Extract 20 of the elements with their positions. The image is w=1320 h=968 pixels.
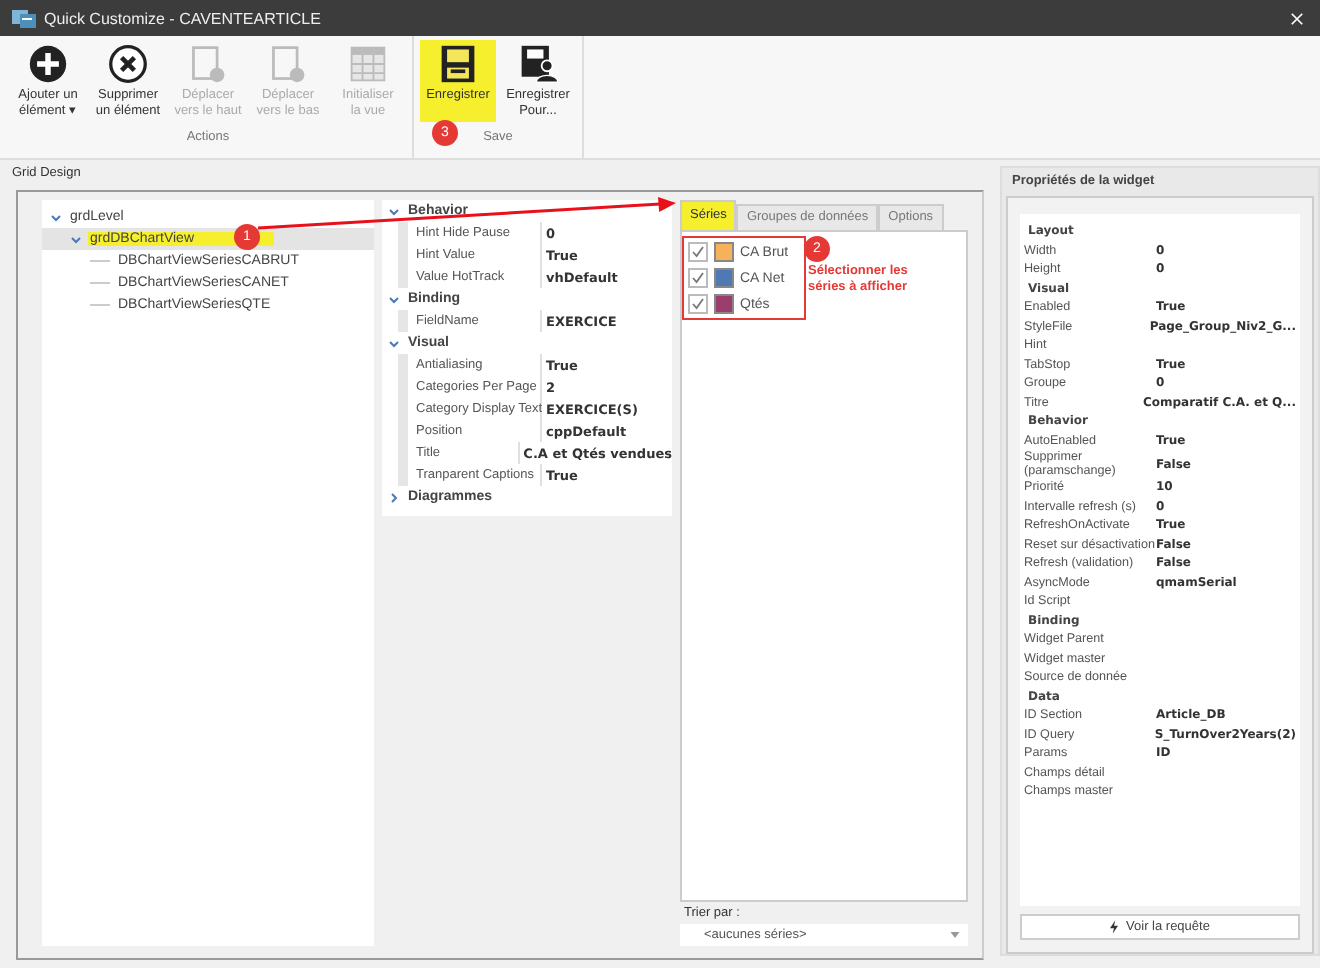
- expand-chevron-icon[interactable]: [70, 233, 82, 245]
- app-icon: [12, 8, 36, 28]
- expand-chevron-icon[interactable]: [388, 293, 400, 305]
- window-title: Quick Customize - CAVENTEARTICLE: [44, 9, 323, 27]
- dropdown-caret-icon: [950, 932, 960, 938]
- add-icon: [28, 44, 68, 84]
- checkbox[interactable]: [688, 294, 708, 314]
- lightning-icon: [1110, 920, 1119, 934]
- close-icon[interactable]: [1290, 11, 1304, 25]
- floppy-user-icon: [518, 44, 558, 84]
- expand-chevron-icon[interactable]: [388, 205, 400, 217]
- expand-chevron-icon[interactable]: [388, 337, 400, 349]
- move-down-icon: [268, 44, 308, 84]
- expand-chevron-icon[interactable]: [50, 211, 62, 223]
- move-up-icon: [188, 44, 228, 84]
- checkbox[interactable]: [688, 268, 708, 288]
- grid-icon: [348, 44, 388, 84]
- checkbox[interactable]: [688, 242, 708, 262]
- collapse-chevron-icon[interactable]: [388, 491, 400, 503]
- delete-icon: [108, 44, 148, 84]
